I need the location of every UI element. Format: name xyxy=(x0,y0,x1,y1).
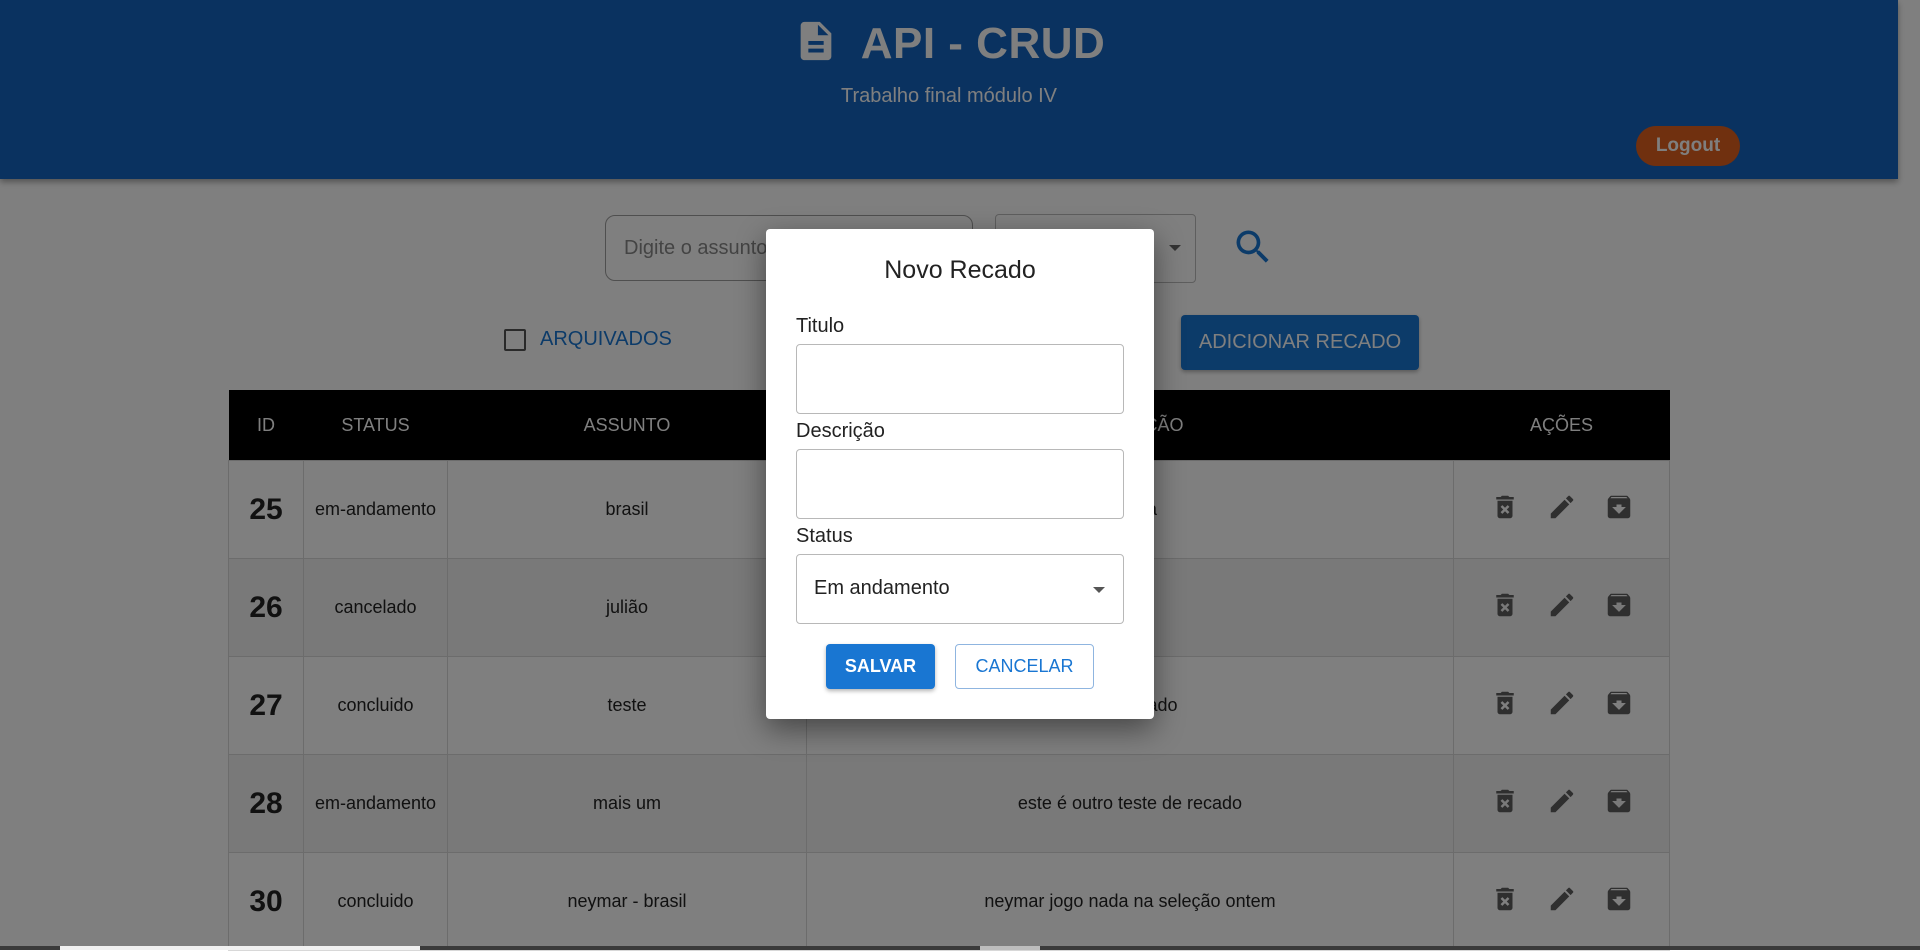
chevron-down-icon xyxy=(1093,587,1105,593)
descricao-field[interactable] xyxy=(796,449,1124,519)
status-select-value: Em andamento xyxy=(814,577,950,599)
bottom-scrollbar xyxy=(0,946,1920,950)
descricao-label: Descrição xyxy=(796,420,885,442)
novo-recado-dialog: Novo Recado Titulo Descrição Status Em a… xyxy=(766,229,1154,719)
status-select[interactable]: Em andamento xyxy=(796,554,1124,624)
titulo-field[interactable] xyxy=(796,344,1124,414)
dialog-title: Novo Recado xyxy=(884,256,1036,284)
status-label: Status xyxy=(796,525,853,547)
save-button[interactable]: SALVAR xyxy=(826,644,935,689)
cancel-button[interactable]: CANCELAR xyxy=(955,644,1094,689)
titulo-label: Titulo xyxy=(796,315,845,337)
